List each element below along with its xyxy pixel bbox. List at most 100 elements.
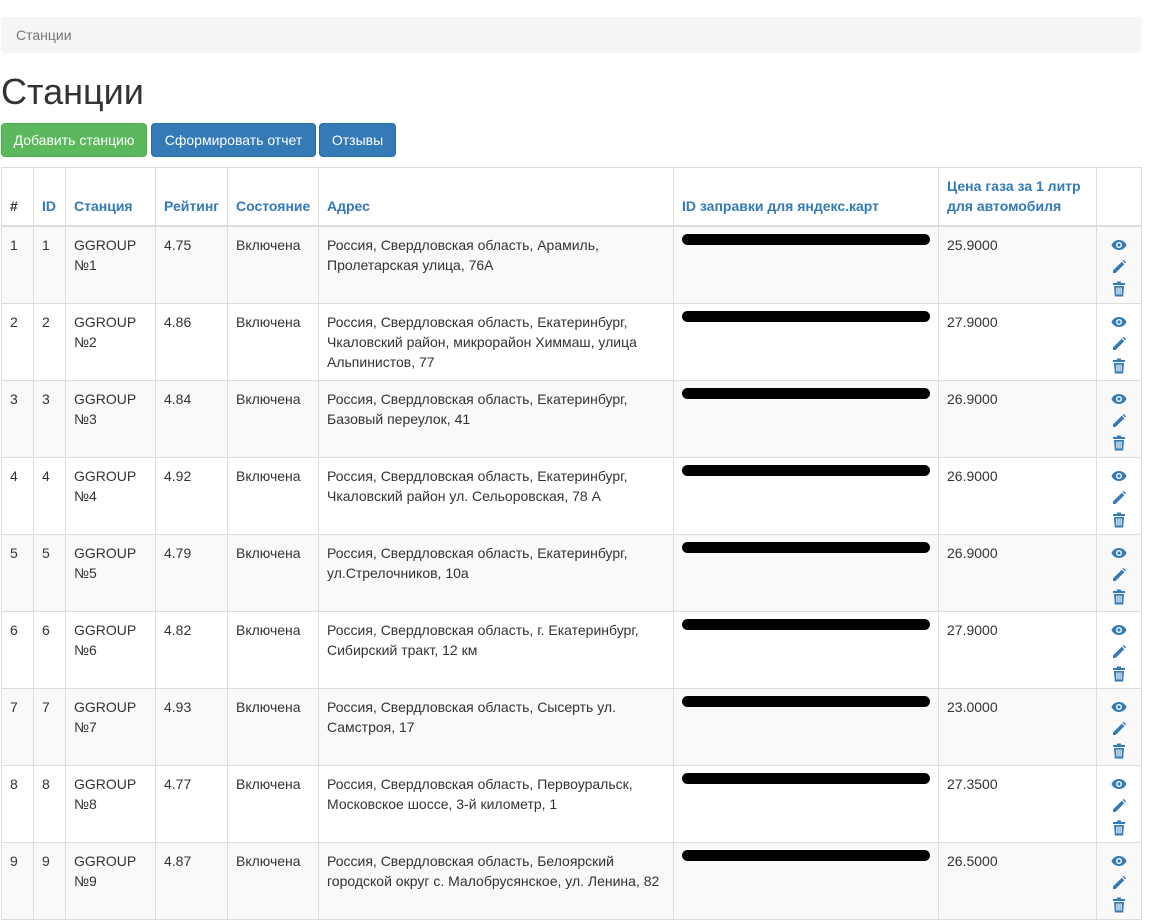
cell-rating: 4.84 <box>155 379 228 458</box>
cell-gas-price: 27.3500 <box>938 764 1097 843</box>
trash-icon[interactable] <box>1109 743 1129 763</box>
column-header-gas-price[interactable]: Цена газа за 1 литр для автомобиля <box>938 167 1097 227</box>
breadcrumb-current: Станции <box>16 27 72 43</box>
pencil-icon[interactable] <box>1109 644 1129 664</box>
cell-yandex-id <box>673 456 939 535</box>
eye-icon[interactable] <box>1109 776 1129 796</box>
cell-yandex-id <box>673 225 939 304</box>
cell-number: 3 <box>1 379 34 458</box>
add-station-button[interactable]: Добавить станцию <box>1 123 147 157</box>
table-row: 2 2 GGROUP №2 4.86 Включена Россия, Свердловс… <box>1 302 1142 381</box>
cell-actions <box>1096 302 1142 381</box>
stations-table: # ID Станция Рейтинг Состояние Адрес ID … <box>1 167 1142 920</box>
table-body: 1 1 GGROUP №1 4.75 Включена Россия, Свердловс… <box>1 225 1142 920</box>
trash-icon[interactable] <box>1109 281 1129 301</box>
trash-icon[interactable] <box>1109 435 1129 455</box>
cell-rating: 4.77 <box>155 764 228 843</box>
redacted-yandex-id <box>682 771 930 785</box>
cell-number: 1 <box>1 225 34 304</box>
cell-address: Россия, Свердловская область, Екатеринбу… <box>318 456 674 535</box>
cell-number: 2 <box>1 302 34 381</box>
pencil-icon[interactable] <box>1109 336 1129 356</box>
trash-icon[interactable] <box>1109 589 1129 609</box>
cell-actions <box>1096 610 1142 689</box>
redaction-bar <box>682 541 930 553</box>
cell-address: Россия, Свердловская область, г. Екатери… <box>318 610 674 689</box>
cell-rating: 4.87 <box>155 841 228 920</box>
trash-icon[interactable] <box>1109 666 1129 686</box>
cell-rating: 4.86 <box>155 302 228 381</box>
cell-id: 1 <box>33 225 66 304</box>
cell-actions <box>1096 687 1142 766</box>
cell-address: Россия, Свердловская область, Екатеринбу… <box>318 379 674 458</box>
cell-state: Включена <box>227 225 319 304</box>
cell-station: GGROUP №8 <box>65 764 156 843</box>
pencil-icon[interactable] <box>1109 875 1129 895</box>
table-row: 1 1 GGROUP №1 4.75 Включена Россия, Свердловс… <box>1 225 1142 304</box>
pencil-icon[interactable] <box>1109 567 1129 587</box>
column-header-rating[interactable]: Рейтинг <box>155 167 228 227</box>
cell-yandex-id <box>673 841 939 920</box>
cell-station: GGROUP №5 <box>65 533 156 612</box>
redaction-bar <box>682 772 930 784</box>
cell-gas-price: 27.9000 <box>938 302 1097 381</box>
table-row: 8 8 GGROUP №8 4.77 Включена Россия, Свердловс… <box>1 764 1142 843</box>
eye-icon[interactable] <box>1109 853 1129 873</box>
redaction-bar <box>682 464 930 476</box>
eye-icon[interactable] <box>1109 622 1129 642</box>
cell-id: 5 <box>33 533 66 612</box>
column-header-yandex-id[interactable]: ID заправки для яндекс.карт <box>673 167 939 227</box>
cell-id: 4 <box>33 456 66 535</box>
table-row: 9 9 GGROUP №9 4.87 Включена Россия, Свердловс… <box>1 841 1142 920</box>
cell-station: GGROUP №1 <box>65 225 156 304</box>
redacted-yandex-id <box>682 540 930 554</box>
trash-icon[interactable] <box>1109 897 1129 917</box>
cell-actions <box>1096 533 1142 612</box>
cell-actions <box>1096 456 1142 535</box>
reviews-button[interactable]: Отзывы <box>319 123 396 157</box>
trash-icon[interactable] <box>1109 512 1129 532</box>
column-header-state[interactable]: Состояние <box>227 167 319 227</box>
eye-icon[interactable] <box>1109 545 1129 565</box>
trash-icon[interactable] <box>1109 820 1129 840</box>
cell-gas-price: 26.5000 <box>938 841 1097 920</box>
eye-icon[interactable] <box>1109 699 1129 719</box>
column-header-actions <box>1096 167 1142 227</box>
cell-yandex-id <box>673 687 939 766</box>
eye-icon[interactable] <box>1109 314 1129 334</box>
cell-state: Включена <box>227 610 319 689</box>
pencil-icon[interactable] <box>1109 798 1129 818</box>
pencil-icon[interactable] <box>1109 259 1129 279</box>
pencil-icon[interactable] <box>1109 721 1129 741</box>
cell-id: 2 <box>33 302 66 381</box>
table-row: 4 4 GGROUP №4 4.92 Включена Россия, Свердловс… <box>1 456 1142 535</box>
cell-id: 7 <box>33 687 66 766</box>
cell-station: GGROUP №4 <box>65 456 156 535</box>
cell-yandex-id <box>673 302 939 381</box>
redacted-yandex-id <box>682 617 930 631</box>
eye-icon[interactable] <box>1109 391 1129 411</box>
generate-report-button[interactable]: Сформировать отчет <box>151 123 316 157</box>
redaction-bar <box>682 234 930 245</box>
redacted-yandex-id <box>682 694 930 708</box>
column-header-address[interactable]: Адрес <box>318 167 674 227</box>
cell-actions <box>1096 225 1142 304</box>
cell-state: Включена <box>227 764 319 843</box>
pencil-icon[interactable] <box>1109 413 1129 433</box>
cell-state: Включена <box>227 302 319 381</box>
cell-address: Россия, Свердловская область, Арамиль, П… <box>318 225 674 304</box>
column-header-station[interactable]: Станция <box>65 167 156 227</box>
eye-icon[interactable] <box>1109 468 1129 488</box>
cell-gas-price: 26.9000 <box>938 456 1097 535</box>
eye-icon[interactable] <box>1109 237 1129 257</box>
cell-state: Включена <box>227 533 319 612</box>
redacted-yandex-id <box>682 386 930 400</box>
cell-gas-price: 26.9000 <box>938 379 1097 458</box>
column-header-id[interactable]: ID <box>33 167 66 227</box>
trash-icon[interactable] <box>1109 358 1129 378</box>
cell-id: 8 <box>33 764 66 843</box>
pencil-icon[interactable] <box>1109 490 1129 510</box>
table-row: 5 5 GGROUP №5 4.79 Включена Россия, Свердловс… <box>1 533 1142 612</box>
cell-gas-price: 26.9000 <box>938 533 1097 612</box>
redacted-yandex-id <box>682 848 930 862</box>
